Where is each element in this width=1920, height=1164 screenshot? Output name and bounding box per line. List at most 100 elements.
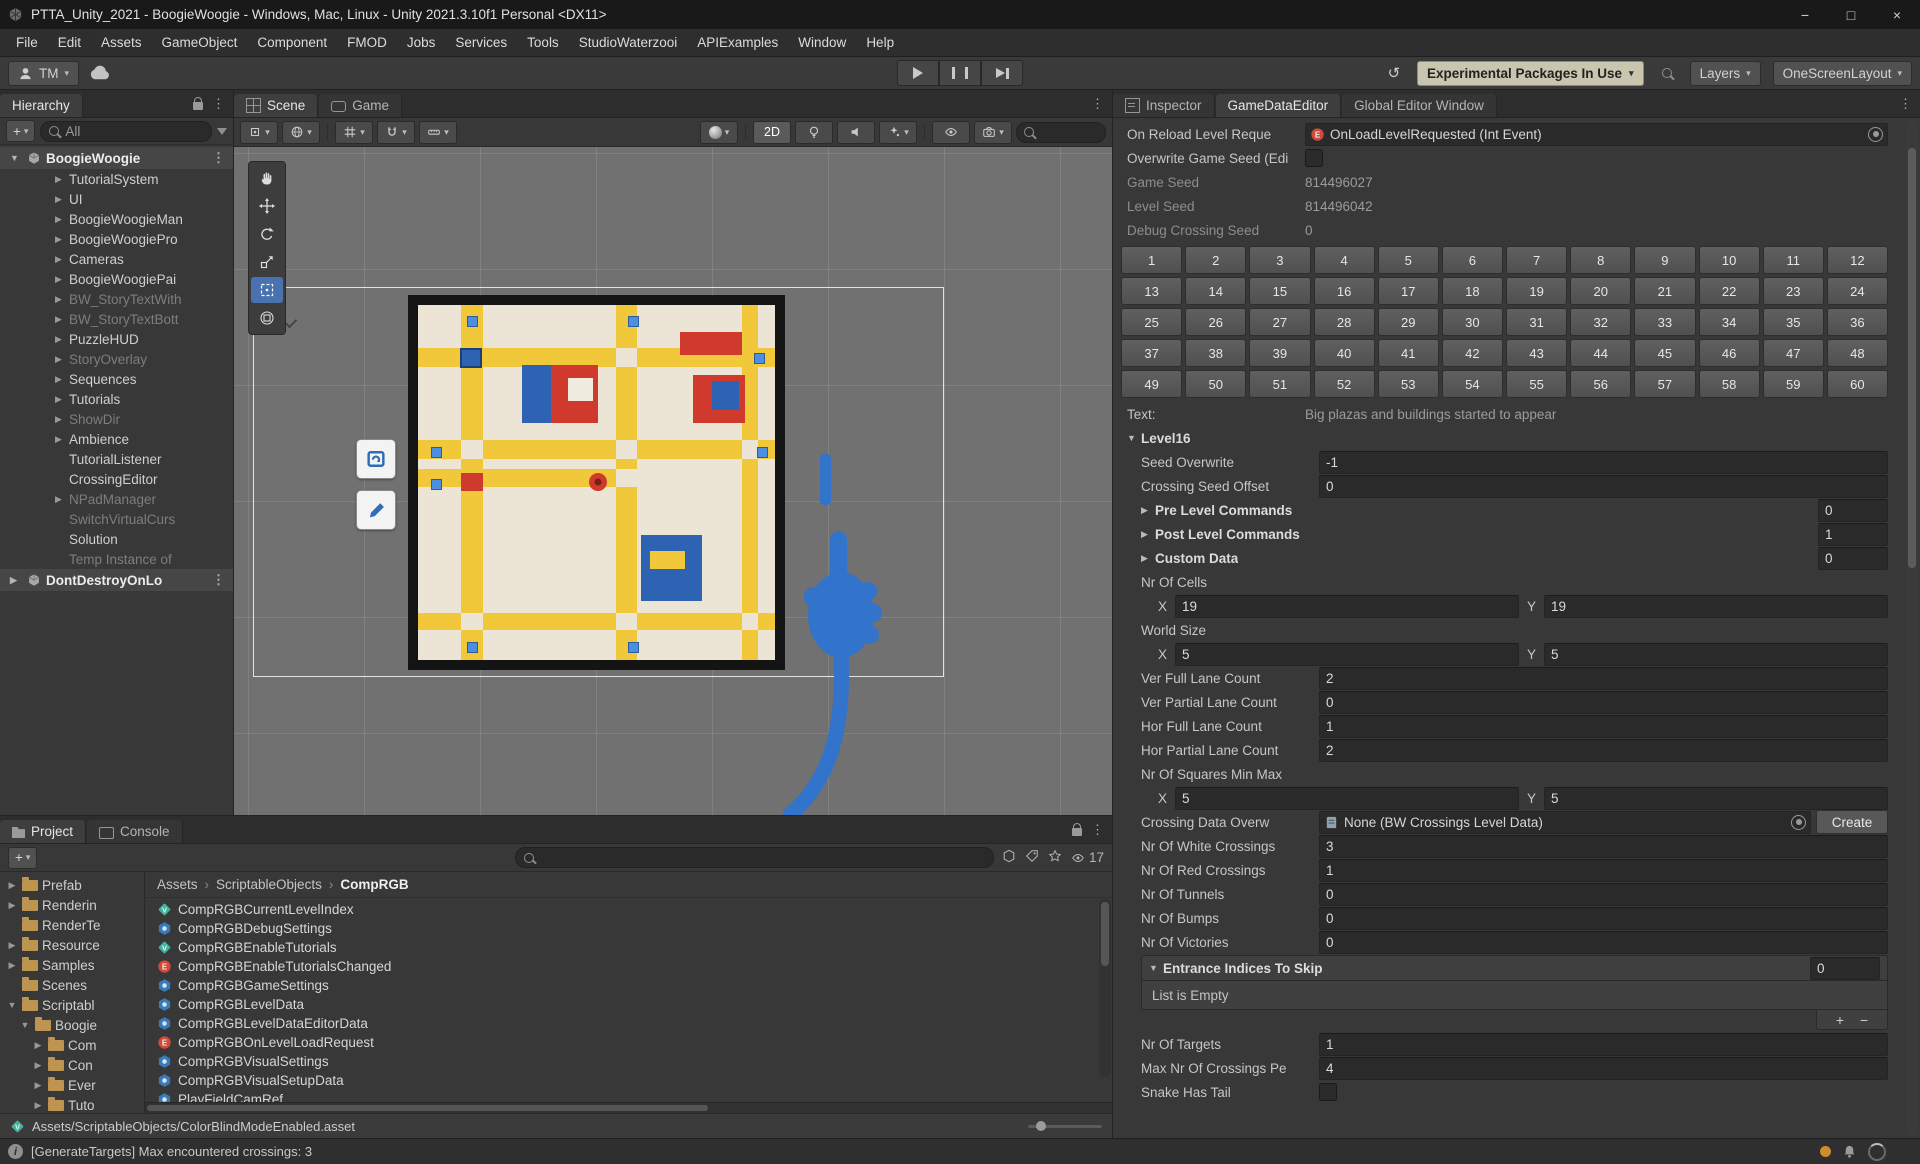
expand-arrow-icon[interactable]: ▶ — [52, 254, 65, 265]
folder-arrow-icon[interactable]: ▶ — [32, 1100, 44, 1111]
level-button-11[interactable]: 11 — [1762, 246, 1824, 274]
field-max-nr-of-crossings-pe[interactable]: 4 — [1319, 1056, 1888, 1080]
field-ver-partial-lane-count[interactable]: 0 — [1319, 690, 1888, 714]
project-folder-resource[interactable]: ▶ Resource — [0, 935, 144, 955]
foldout-arrow-icon[interactable]: ▶ — [1141, 529, 1155, 540]
foldout-arrow-icon[interactable]: ▶ — [1141, 553, 1155, 564]
level-button-27[interactable]: 27 — [1249, 308, 1311, 336]
checkbox-overwrite-game-seed-edi[interactable] — [1305, 149, 1323, 167]
hierarchy-item-tutoriallistener[interactable]: TutorialListener — [0, 449, 233, 469]
folder-arrow-icon[interactable]: ▶ — [6, 960, 18, 971]
menu-jobs[interactable]: Jobs — [397, 29, 446, 56]
expand-arrow-icon[interactable]: ▶ — [52, 194, 65, 205]
add-element-button[interactable]: + — [1836, 1013, 1844, 1027]
scene-root-boogiewoogie[interactable]: ▼ BoogieWoogie ⋮ — [0, 147, 233, 169]
cloud-services-icon[interactable] — [89, 66, 111, 81]
scene-tab-game[interactable]: Game — [319, 94, 403, 117]
hierarchy-item-showdir[interactable]: ▶ ShowDir — [0, 409, 233, 429]
layout-dropdown[interactable]: OneScreenLayout ▾ — [1772, 60, 1912, 86]
hierarchy-item-puzzlehud[interactable]: ▶ PuzzleHUD — [0, 329, 233, 349]
remove-element-button[interactable]: − — [1860, 1013, 1868, 1027]
hierarchy-item-solution[interactable]: Solution — [0, 529, 233, 549]
level-button-39[interactable]: 39 — [1249, 339, 1311, 367]
breadcrumb-segment-comprgb[interactable]: CompRGB — [340, 877, 408, 892]
create-asset-button[interactable]: + ▾ — [8, 846, 38, 869]
lock-icon[interactable] — [193, 97, 203, 110]
level-button-1[interactable]: 1 — [1121, 246, 1183, 274]
menu-help[interactable]: Help — [856, 29, 904, 56]
asset-comprgbonlevelloadrequest[interactable]: E CompRGBOnLevelLoadRequest — [145, 1033, 1112, 1052]
hierarchy-item-switchvirtualcurs[interactable]: SwitchVirtualCurs — [0, 509, 233, 529]
level-button-20[interactable]: 20 — [1570, 277, 1632, 305]
project-folder-tuto[interactable]: ▶ Tuto — [0, 1095, 144, 1113]
level-button-34[interactable]: 34 — [1698, 308, 1760, 336]
field-hor-partial-lane-count[interactable]: 2 — [1319, 738, 1888, 762]
level-button-6[interactable]: 6 — [1441, 246, 1503, 274]
asset-comprgbvisualsetupdata[interactable]: CompRGBVisualSetupData — [145, 1071, 1112, 1090]
scene-menu-icon[interactable]: ⋮ — [212, 572, 225, 588]
level-button-49[interactable]: 49 — [1121, 370, 1183, 398]
foldout-arrow-icon[interactable]: ▼ — [1127, 433, 1141, 443]
level-button-24[interactable]: 24 — [1826, 277, 1888, 305]
folder-arrow-icon[interactable]: ▼ — [6, 1000, 18, 1010]
search-by-label-icon[interactable] — [1025, 849, 1039, 866]
level-button-36[interactable]: 36 — [1826, 308, 1888, 336]
scene-viewport[interactable] — [234, 147, 1112, 815]
expand-arrow-icon[interactable]: ▶ — [52, 374, 65, 385]
menu-edit[interactable]: Edit — [48, 29, 91, 56]
scrollbar-thumb[interactable] — [1908, 148, 1916, 568]
2d-toggle-button[interactable]: 2D — [753, 120, 791, 144]
size-field-post-level-commands[interactable]: 1 — [1818, 522, 1888, 546]
asset-comprgbvisualsettings[interactable]: CompRGBVisualSettings — [145, 1052, 1112, 1071]
level-button-37[interactable]: 37 — [1121, 339, 1183, 367]
tool-move-button[interactable] — [251, 193, 283, 219]
hierarchy-item-ui[interactable]: ▶ UI — [0, 189, 233, 209]
create-button[interactable]: Create — [1816, 810, 1888, 834]
hierarchy-item-crossingeditor[interactable]: CrossingEditor — [0, 469, 233, 489]
hierarchy-item-temp-instance-of[interactable]: Temp Instance of — [0, 549, 233, 569]
level-button-3[interactable]: 3 — [1249, 246, 1311, 274]
favorites-icon[interactable] — [1048, 849, 1062, 866]
selection-handle[interactable] — [467, 642, 478, 653]
boogie-woogie-painting[interactable] — [408, 295, 785, 670]
level-button-16[interactable]: 16 — [1313, 277, 1375, 305]
object-picker-icon[interactable] — [1868, 126, 1883, 142]
hierarchy-item-tutorialsystem[interactable]: ▶ TutorialSystem — [0, 169, 233, 189]
asset-comprgbleveldata[interactable]: CompRGBLevelData — [145, 995, 1112, 1014]
selection-handle[interactable] — [467, 316, 478, 327]
tool-rect-button[interactable] — [251, 277, 283, 303]
hierarchy-item-tutorials[interactable]: ▶ Tutorials — [0, 389, 233, 409]
level-button-10[interactable]: 10 — [1698, 246, 1760, 274]
experimental-packages-dropdown[interactable]: Experimental Packages In Use ▾ — [1416, 60, 1644, 86]
project-tab-console[interactable]: Console — [87, 820, 183, 843]
folder-arrow-icon[interactable]: ▶ — [32, 1080, 44, 1091]
project-search-input[interactable] — [514, 847, 994, 868]
menu-fmod[interactable]: FMOD — [337, 29, 397, 56]
level-button-23[interactable]: 23 — [1762, 277, 1824, 305]
hierarchy-item-bw-storytextwith[interactable]: ▶ BW_StoryTextWith — [0, 289, 233, 309]
project-folder-renderte[interactable]: RenderTe — [0, 915, 144, 935]
foldout-arrow-icon[interactable]: ▶ — [1141, 505, 1155, 516]
hierarchy-search-input[interactable]: All — [40, 120, 212, 142]
search-filter-icon[interactable] — [217, 127, 227, 135]
menu-apiexamples[interactable]: APIExamples — [687, 29, 788, 56]
search-by-type-icon[interactable] — [1002, 849, 1016, 866]
level-button-56[interactable]: 56 — [1570, 370, 1632, 398]
project-folder-scenes[interactable]: Scenes — [0, 975, 144, 995]
hierarchy-item-boogiewoogieman[interactable]: ▶ BoogieWoogieMan — [0, 209, 233, 229]
selection-handle[interactable] — [628, 642, 639, 653]
level-button-15[interactable]: 15 — [1249, 277, 1311, 305]
asset-list-scrollbar[interactable] — [1099, 899, 1111, 1077]
menu-component[interactable]: Component — [247, 29, 337, 56]
field-nr-of-victories[interactable]: 0 — [1319, 930, 1888, 954]
level-button-21[interactable]: 21 — [1634, 277, 1696, 305]
project-folder-scriptabl[interactable]: ▼ Scriptabl — [0, 995, 144, 1015]
level-button-48[interactable]: 48 — [1826, 339, 1888, 367]
folder-arrow-icon[interactable]: ▶ — [6, 880, 18, 891]
object-field-crossing-data-overw[interactable]: None (BW Crossings Level Data) — [1319, 810, 1811, 834]
tool-rotate-button[interactable] — [251, 221, 283, 247]
menu-services[interactable]: Services — [445, 29, 517, 56]
level-button-26[interactable]: 26 — [1185, 308, 1247, 336]
selection-handle[interactable] — [431, 479, 442, 490]
field-nr-of-red-crossings[interactable]: 1 — [1319, 858, 1888, 882]
